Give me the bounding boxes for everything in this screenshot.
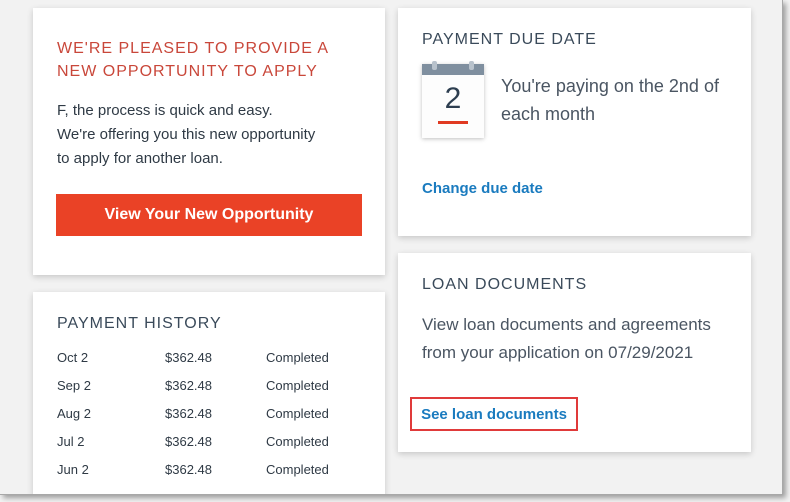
due-date-description: You're paying on the 2nd of each month <box>501 76 719 124</box>
payment-history-card: PAYMENT HISTORY Oct 2 $362.48 Completed … <box>33 292 385 494</box>
payment-status: Completed <box>266 462 329 477</box>
payment-amount: $362.48 <box>165 350 212 365</box>
calendar-day-number: 2 <box>444 82 462 115</box>
payment-status: Completed <box>266 434 329 449</box>
loan-documents-description: View loan documents and agreements from … <box>422 315 711 362</box>
payment-due-date-card: PAYMENT DUE DATE 2 You're paying on the … <box>398 8 751 236</box>
payment-status: Completed <box>266 406 329 421</box>
payment-date: Oct 2 <box>57 350 89 365</box>
payment-amount: $362.48 <box>165 406 212 421</box>
payment-history-title: PAYMENT HISTORY <box>57 315 222 332</box>
payment-history-table: Oct 2 $362.48 Completed Sep 2 $362.48 Co… <box>57 348 357 488</box>
change-due-date-link[interactable]: Change due date <box>422 180 543 197</box>
table-row: Jun 2 $362.48 Completed <box>57 460 357 488</box>
payment-date: Jul 2 <box>57 434 85 449</box>
calendar-ring <box>469 61 474 70</box>
calendar-ring <box>432 61 437 70</box>
table-row: Sep 2 $362.48 Completed <box>57 376 357 404</box>
view-new-opportunity-button[interactable]: View Your New Opportunity <box>56 194 362 236</box>
payment-amount: $362.48 <box>165 434 212 449</box>
table-row: Aug 2 $362.48 Completed <box>57 404 357 432</box>
promo-heading: WE'RE PLEASED TO PROVIDE A NEW OPPORTUNI… <box>57 40 329 80</box>
calendar-icon: 2 <box>422 61 484 138</box>
payment-amount: $362.48 <box>165 378 212 393</box>
loan-documents-card: LOAN DOCUMENTS View loan documents and a… <box>398 253 751 452</box>
payment-date: Sep 2 <box>57 378 91 393</box>
promo-body-line: to apply for another loan. <box>57 150 223 167</box>
payment-date: Aug 2 <box>57 406 91 421</box>
payment-date: Jun 2 <box>57 462 89 477</box>
due-date-title: PAYMENT DUE DATE <box>422 31 597 48</box>
promo-body-line: F, the process is quick and easy. <box>57 102 273 119</box>
table-row: Oct 2 $362.48 Completed <box>57 348 357 376</box>
promo-body: F, the process is quick and easy. We're … <box>57 99 367 171</box>
calendar-underline <box>438 121 468 124</box>
payment-status: Completed <box>266 378 329 393</box>
see-loan-documents-link[interactable]: See loan documents <box>421 406 567 423</box>
new-opportunity-card: WE'RE PLEASED TO PROVIDE A NEW OPPORTUNI… <box>33 8 385 275</box>
promo-body-line: We're offering you this new opportunity <box>57 126 316 143</box>
payment-amount: $362.48 <box>165 462 212 477</box>
loan-documents-title: LOAN DOCUMENTS <box>422 276 588 293</box>
highlight-box: See loan documents <box>410 397 578 431</box>
table-row: Jul 2 $362.48 Completed <box>57 432 357 460</box>
screenshot-frame: WE'RE PLEASED TO PROVIDE A NEW OPPORTUNI… <box>0 0 783 495</box>
payment-status: Completed <box>266 350 329 365</box>
